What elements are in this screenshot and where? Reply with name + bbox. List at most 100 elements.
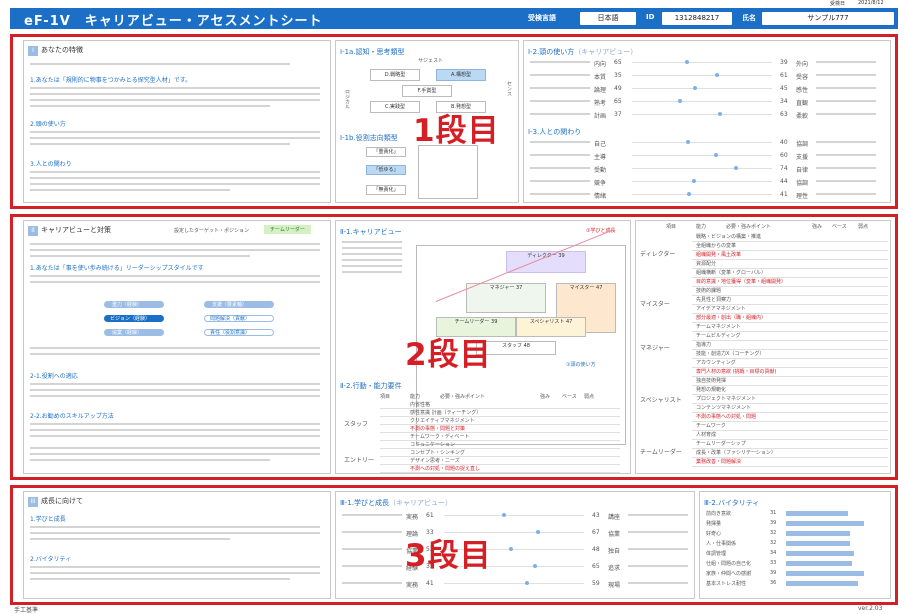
relation-left-label: 受動 <box>594 167 607 174</box>
think-scale <box>632 114 772 115</box>
header-bar: eF-1V キャリアビュー・アセスメントシート 受検言語 日本語 ID 1312… <box>10 8 898 29</box>
section-1-label: 1段目 <box>413 113 500 149</box>
relation-ltext <box>530 154 590 156</box>
role-col-head: 強み <box>812 224 823 230</box>
req-row-line <box>380 472 620 473</box>
role-item: アカウンティング <box>696 360 736 366</box>
axis-right: センス <box>506 81 512 96</box>
vital-bar <box>786 541 850 546</box>
learning-right-num: 67 <box>592 529 600 536</box>
vital-value: 33 <box>770 560 777 566</box>
s3-head-2: 2.バイタリティ <box>30 556 72 563</box>
s1-head-2: 2.頭の使い方 <box>30 121 66 128</box>
lang-label: 受検言語 <box>528 14 556 22</box>
role-group: マネジャー <box>640 345 670 352</box>
section-2: II キャリアビューと対策 設定したターゲット・ポジション チームリーダー 1.あ… <box>10 214 898 480</box>
think-right-num: 34 <box>780 98 788 105</box>
relation-right-label: 支援 <box>796 154 809 161</box>
role-item: 組織開発・風土改革 <box>696 252 742 258</box>
role-item: 発想の規範化 <box>696 387 727 393</box>
req-item: コンセプト・シンキング <box>410 450 465 456</box>
s2-p3-title: Ⅱ-2.行動・能力要件 <box>340 382 402 390</box>
think-rtext <box>816 74 876 76</box>
role-item: 人材育成 <box>696 432 717 438</box>
legend-bottom: ①頭の使い方 <box>566 362 596 368</box>
s3-panel-vitality: Ⅲ-2.バイタリティ 前向き意欲 31 発揮量 39 好奇心 32 人・仕事関係 32 体調管理… <box>699 491 891 599</box>
learning-right-label: 追求 <box>608 565 621 572</box>
learning-left-num: 41 <box>426 580 434 587</box>
learning-rtext <box>628 514 688 516</box>
think-point <box>677 99 682 103</box>
req-col-head: 弱点 <box>584 394 595 400</box>
think-right-num: 39 <box>780 59 788 66</box>
relation-right-num: 74 <box>780 165 788 172</box>
receipt-date: 2021/8/12 <box>858 0 884 6</box>
vital-value: 32 <box>770 540 777 546</box>
role-col-head: 弱点 <box>858 224 869 230</box>
think-left-num: 37 <box>614 111 622 118</box>
role-item: コンテンツマネジメント <box>696 405 752 411</box>
learning-right-label: 講座 <box>608 514 621 521</box>
relation-ltext <box>530 141 590 143</box>
learning-right-num: 43 <box>592 512 600 519</box>
vital-value: 34 <box>770 550 777 556</box>
think-rtext <box>816 61 876 63</box>
think-point <box>693 86 697 90</box>
vital-value: 36 <box>770 580 777 586</box>
relation-rtext <box>816 193 876 195</box>
role-item: 専門人材の意欲 (挑戦・目標の貢献) <box>696 369 777 375</box>
relation-point <box>687 192 692 196</box>
learning-left-num: 61 <box>426 512 434 519</box>
relation-point <box>714 153 718 157</box>
req-col-head: 必要・強みポイント <box>440 394 486 400</box>
relation-right-num: 44 <box>780 178 788 185</box>
think-right-label: 受容 <box>796 74 809 81</box>
relation-scale <box>632 142 772 143</box>
role-item: チームワーク <box>696 423 726 429</box>
think-right-label: 外向 <box>796 61 809 68</box>
think-scale <box>632 75 772 76</box>
role-col-head: 必要・強みポイント <box>726 224 772 230</box>
role-group: ディレクター <box>640 251 676 258</box>
section-3-label: 3段目 <box>405 538 492 574</box>
vital-bar <box>786 551 854 556</box>
role-item: 先見性と洞察力 <box>696 297 732 303</box>
relation-left-label: 情緒 <box>594 193 607 200</box>
s1-panel-features: I あなたの特徴 1.あなたは「規則的に物事をつかみとる探究型人材」です。 2.頭… <box>23 40 331 203</box>
think-left-label: 熟考 <box>594 100 607 107</box>
role-group: マイスター <box>640 301 670 308</box>
learning-point <box>524 581 529 585</box>
think-left-label: 本質 <box>594 74 607 81</box>
vital-label: 体調管理 <box>706 551 727 557</box>
target-value: チームリーダー <box>264 225 311 234</box>
learning-ltext <box>342 531 402 533</box>
learning-right-num: 48 <box>592 546 600 553</box>
vital-bar <box>786 511 848 516</box>
req-item: 不測の事態・問題と対策 <box>410 426 466 432</box>
think-scale <box>632 62 772 63</box>
relation-right-label: 協調 <box>796 180 809 187</box>
s3-p2-title: Ⅲ-1.学びと成長（キャリアビュー） <box>340 499 453 507</box>
role-item: チームリーダーシップ <box>696 441 746 447</box>
relation-left-label: 自己 <box>594 141 607 148</box>
node-manager: マネジャー 37 <box>466 283 546 313</box>
role-item: プロジェクトマネジメント <box>696 396 757 402</box>
relation-point <box>686 140 690 144</box>
role-item: 独自技術発揮 <box>696 378 727 384</box>
learning-right-label: 独自 <box>608 548 621 555</box>
think-left-label: 計画 <box>594 113 607 120</box>
learning-right-label: 現場 <box>608 582 621 589</box>
id-label: ID <box>646 13 655 21</box>
role-row-line <box>692 259 888 260</box>
relation-ltext <box>530 180 590 182</box>
learning-rtext <box>628 548 688 550</box>
role-item: 全組織からの変革 <box>696 243 737 249</box>
role-row-line <box>692 430 888 431</box>
type-f: F.手賞型 <box>402 85 452 97</box>
think-rtext <box>816 113 876 115</box>
learning-right-num: 59 <box>592 580 600 587</box>
think-right-num: 61 <box>780 72 788 79</box>
role-item: 不測の事態への対処・問題 <box>696 414 757 420</box>
vital-label: 家族・仲間への感謝 <box>706 571 752 577</box>
vital-value: 39 <box>770 520 777 526</box>
